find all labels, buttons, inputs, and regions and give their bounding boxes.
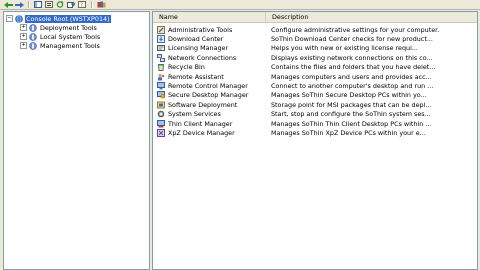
admin-tools-icon [157,25,165,34]
device-manager-icon [157,129,165,138]
tools-folder-icon [29,41,37,50]
tools-folder-icon [29,23,37,32]
list-item-name: Administrative Tools [168,25,233,34]
list-item-network-connections[interactable]: Network Connections Displays existing ne… [153,53,477,62]
list-item-description: Helps you with new or existing license r… [271,44,418,53]
list-item-description: Connect to another computer's desktop an… [271,82,434,91]
list-item-remote-assistant[interactable]: Remote Assistant Manages computers and u… [153,72,477,81]
toolbar-separator [28,1,30,8]
system-services-icon [157,110,165,118]
back-button[interactable] [3,1,13,9]
details-list-pane[interactable]: Name Description Administrative Tools Co… [152,11,478,270]
tools-folder-icon [29,32,37,41]
snapin-button[interactable] [96,1,106,9]
list-item-name: XpZ Device Manager [168,129,235,138]
list-item-secure-desktop-manager[interactable]: Secure Desktop Manager Manages SoThin Se… [153,91,477,100]
column-header-name[interactable]: Name [153,12,266,22]
list-item-description: SoThin Download Center checks for new pr… [271,35,433,44]
list-item-name: Licensing Manager [168,44,229,53]
console-tree-icon [34,1,42,8]
network-icon [157,53,165,62]
toolbar-separator [91,1,93,8]
tree-item-management-tools[interactable]: + Management Tools [20,41,101,50]
list-item-name: Download Center [168,35,224,44]
list-item-thin-client-manager[interactable]: Thin Client Manager Manages SoThin Thin … [153,119,477,128]
back-arrow-icon [3,1,13,8]
license-icon [157,45,165,52]
export-icon [67,1,75,8]
list-item-name: Secure Desktop Manager [168,91,249,100]
list-item-system-services[interactable]: System Services Start, stop and configur… [153,110,477,119]
expand-toggle[interactable]: + [20,33,27,40]
list-item-description: Contains the files and folders that you … [271,63,436,72]
list-item-name: Thin Client Manager [168,119,233,128]
show-hide-tree-button[interactable] [33,1,43,9]
list-item-description: Displays existing network connections on… [271,53,433,62]
toolbar: ? [0,0,480,10]
list-item-name: Recycle Bin [168,63,205,72]
list-item-licensing-manager[interactable]: Licensing Manager Helps you with new or … [153,44,477,53]
list-item-software-deployment[interactable]: Software Deployment Storage point for MS… [153,100,477,109]
column-header-description[interactable]: Description [266,12,477,22]
remote-assistant-icon [158,73,165,81]
books-icon [97,1,105,8]
refresh-button[interactable] [55,1,65,9]
list-item-download-center[interactable]: Download Center SoThin Download Center c… [153,34,477,44]
expand-toggle[interactable]: + [20,24,27,31]
thin-client-icon [157,119,165,128]
tree-item-label: Management Tools [40,41,100,50]
console-root-icon [15,14,23,23]
recycle-bin-icon [157,64,165,72]
expand-toggle[interactable]: + [20,42,27,49]
forward-arrow-icon [14,1,24,8]
help-button[interactable]: ? [77,1,87,9]
list-item-description: Manages SoThin Thin Client Desktop PCs w… [271,119,432,128]
list-item-name: Software Deployment [168,100,238,109]
collapse-toggle[interactable]: − [6,15,13,22]
tree-item-console-root[interactable]: − Console Root (WSTXP014) [6,14,111,23]
svg-text:?: ? [80,3,83,8]
list-item-remote-control-manager[interactable]: Remote Control Manager Connect to anothe… [153,81,477,91]
list-item-description: Manages SoThin Secure Desktop PCs within… [271,91,427,100]
secure-desktop-icon [157,91,165,99]
list-item-description: Configure administrative settings for yo… [271,25,440,34]
list-item-name: Remote Assistant [168,72,224,81]
tree-item-local-system-tools[interactable]: + Local System Tools [20,32,101,41]
forward-button[interactable] [14,1,24,9]
export-list-button[interactable] [66,1,76,9]
properties-button[interactable] [44,1,54,9]
list-item-name: Remote Control Manager [168,82,248,91]
list-item-description: Storage point for MSI packages that can … [271,100,432,109]
list-item-xpz-device-manager[interactable]: XpZ Device Manager Manages SoThin XpZ De… [153,128,477,138]
list-item-recycle-bin[interactable]: Recycle Bin Contains the files and folde… [153,63,477,72]
download-center-icon [157,35,165,44]
tree-item-deployment-tools[interactable]: + Deployment Tools [20,23,98,32]
refresh-icon [56,1,64,8]
tree-item-label: Console Root (WSTXP014) [25,14,111,23]
tree-item-label: Deployment Tools [40,23,97,32]
tree-item-label: Local System Tools [40,32,101,41]
properties-icon [45,1,53,8]
software-deploy-icon [157,101,165,109]
help-icon: ? [78,1,86,8]
list-item-administrative-tools[interactable]: Administrative Tools Configure administr… [153,25,477,34]
console-tree-pane[interactable]: − Console Root (WSTXP014) + Deployment T… [3,11,150,270]
remote-control-icon [157,82,165,90]
list-header: Name Description [153,12,477,23]
list-item-description: Start, stop and configure the SoThin sys… [271,110,431,119]
list-item-description: Manages SoThin XpZ Device PCs within you… [271,129,426,138]
list-item-name: Network Connections [168,53,237,62]
list-item-description: Manages computers and users and provides… [271,72,432,81]
list-item-name: System Services [168,110,221,119]
